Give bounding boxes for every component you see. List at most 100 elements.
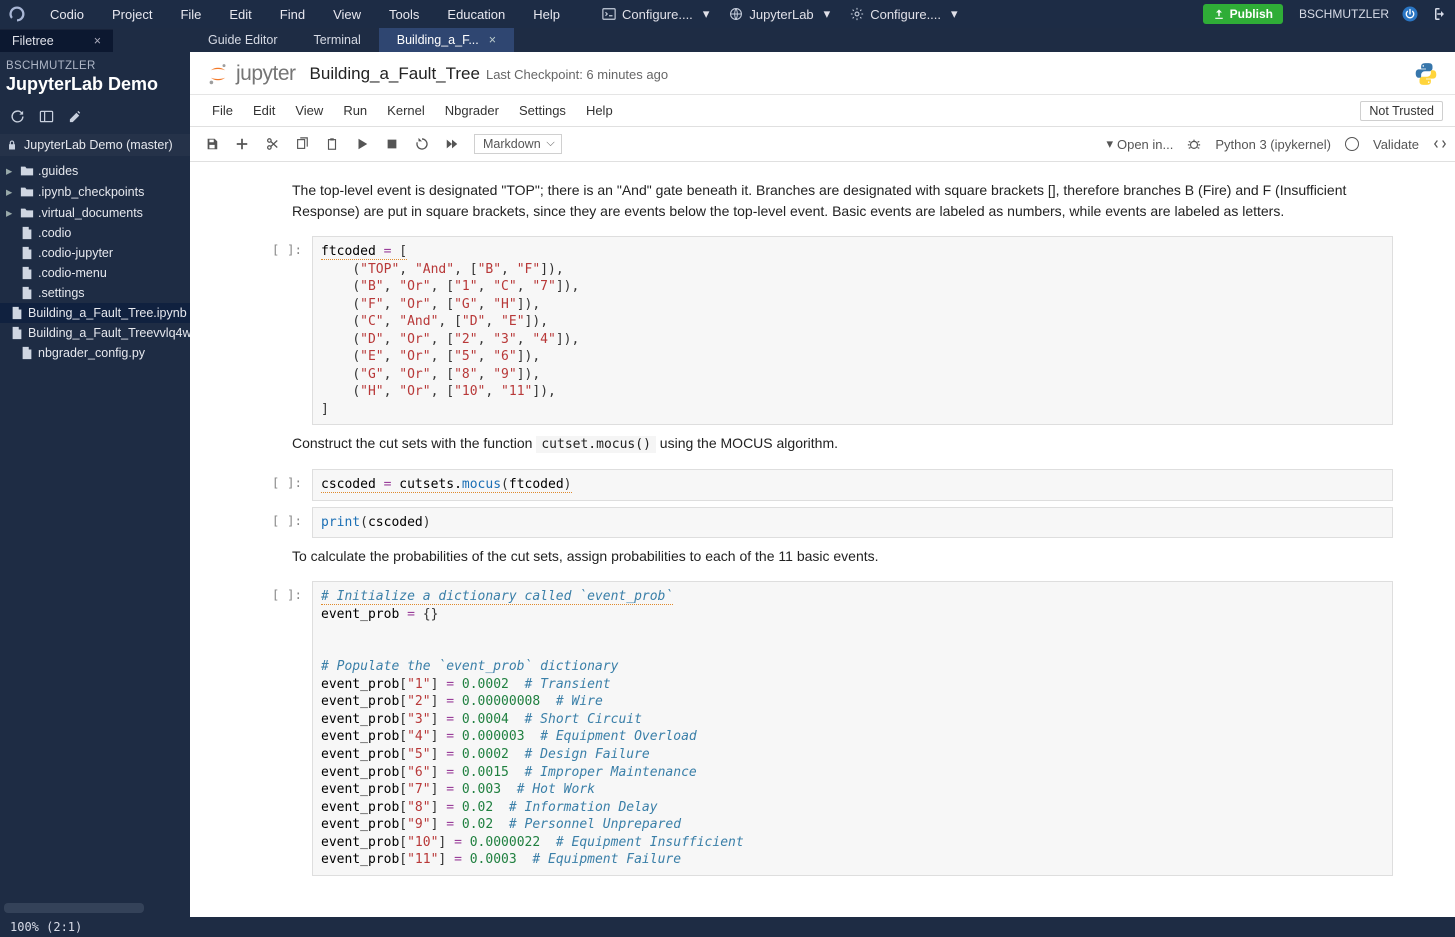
file-tree: ▸.guides▸.ipynb_checkpoints▸.virtual_doc… — [0, 156, 190, 373]
tree-item-label: Building_a_Fault_Treevvlq4wp — [28, 326, 190, 340]
markdown-cell[interactable]: Construct the cut sets with the function… — [292, 433, 1373, 455]
copy-button[interactable] — [288, 131, 316, 157]
jp-menu-nbgrader[interactable]: Nbgrader — [435, 99, 509, 122]
jp-menu-settings[interactable]: Settings — [509, 99, 576, 122]
top-menubar: CodioProjectFileEditFindViewToolsEducati… — [0, 0, 1455, 28]
tree-item[interactable]: ▸.ipynb_checkpoints — [0, 181, 190, 202]
tree-item-label: .codio-menu — [38, 266, 107, 280]
chevron-down-icon: ▾ — [703, 6, 710, 22]
jp-menu-view[interactable]: View — [285, 99, 333, 122]
refresh-icon[interactable] — [10, 109, 25, 124]
editor-tab[interactable]: Terminal — [295, 28, 378, 52]
cut-button[interactable] — [258, 131, 286, 157]
folder-icon — [20, 164, 34, 178]
jp-menu-file[interactable]: File — [202, 99, 243, 122]
jp-menu-edit[interactable]: Edit — [243, 99, 285, 122]
restart-button[interactable] — [408, 131, 436, 157]
menu-project[interactable]: Project — [98, 2, 166, 27]
folder-icon — [20, 206, 34, 220]
save-button[interactable] — [198, 131, 226, 157]
user-name: BSCHMUTZLER — [1299, 7, 1389, 21]
power-icon[interactable] — [1401, 5, 1419, 23]
checkpoint-label: Last Checkpoint: 6 minutes ago — [486, 67, 668, 82]
markdown-cell[interactable]: To calculate the probabilities of the cu… — [292, 546, 1373, 567]
tree-item[interactable]: ▸.guides — [0, 160, 190, 181]
gear-icon — [850, 7, 864, 21]
tree-item[interactable]: nbgrader_config.py — [0, 343, 190, 363]
codio-logo-icon — [8, 5, 26, 23]
md-text: using the MOCUS algorithm. — [656, 435, 838, 451]
menu-tools[interactable]: Tools — [375, 2, 433, 27]
document-name[interactable]: Building_a_Fault_Tree — [310, 64, 480, 84]
run-all-button[interactable] — [438, 131, 466, 157]
tree-item[interactable]: Building_a_Fault_Treevvlq4wp — [0, 323, 190, 343]
tree-item-label: .virtual_documents — [38, 206, 143, 220]
paste-button[interactable] — [318, 131, 346, 157]
status-text: 100% (2:1) — [10, 920, 82, 934]
notebook-area[interactable]: The top-level event is designated "TOP";… — [190, 162, 1455, 917]
configure-button-1[interactable]: Configure.... ▾ — [594, 2, 717, 26]
file-icon — [20, 226, 34, 240]
config-group: Configure.... ▾ JupyterLab ▾ Configure..… — [594, 2, 966, 26]
cell-prompt: [ ]: — [252, 236, 312, 425]
publish-button[interactable]: Publish — [1203, 4, 1283, 24]
bug-icon[interactable] — [1187, 137, 1201, 151]
tree-item[interactable]: .codio-jupyter — [0, 243, 190, 263]
kernel-label[interactable]: Python 3 (ipykernel) — [1215, 137, 1331, 152]
play-icon — [355, 137, 369, 151]
menu-view[interactable]: View — [319, 2, 375, 27]
code-body[interactable]: ftcoded = [ ("TOP", "And", ["B", "F"]), … — [312, 236, 1393, 425]
editor-tab[interactable]: Building_a_F... × — [379, 28, 514, 52]
menu-codio[interactable]: Codio — [36, 2, 98, 27]
menu-edit[interactable]: Edit — [215, 2, 265, 27]
repo-line[interactable]: JupyterLab Demo (master) — [0, 134, 190, 156]
jp-menu-run[interactable]: Run — [333, 99, 377, 122]
top-menus: CodioProjectFileEditFindViewToolsEducati… — [36, 2, 574, 27]
pencil-icon[interactable] — [68, 109, 83, 124]
code-cell[interactable]: [ ]: ftcoded = [ ("TOP", "And", ["B", "F… — [252, 236, 1393, 425]
open-in-label: Open in... — [1117, 137, 1173, 152]
logout-icon[interactable] — [1429, 5, 1447, 23]
code-body[interactable]: cscoded = cutsets.mocus(ftcoded) — [312, 469, 1393, 501]
terminal-icon — [602, 7, 616, 21]
horizontal-scrollbar[interactable] — [4, 903, 144, 913]
jp-menu-kernel[interactable]: Kernel — [377, 99, 435, 122]
validate-button[interactable]: Validate — [1373, 137, 1419, 152]
close-icon[interactable]: × — [94, 34, 101, 48]
code-cell[interactable]: [ ]: # Initialize a dictionary called `e… — [252, 581, 1393, 876]
run-button[interactable] — [348, 131, 376, 157]
jupyter-toolbar: Markdown ▾Open in... Python 3 (ipykernel… — [190, 127, 1455, 162]
menu-file[interactable]: File — [166, 2, 215, 27]
stop-button[interactable] — [378, 131, 406, 157]
configure-label-1: Configure.... — [622, 7, 693, 22]
close-icon[interactable]: × — [489, 33, 496, 47]
menu-help[interactable]: Help — [519, 2, 574, 27]
add-cell-button[interactable] — [228, 131, 256, 157]
code-body[interactable]: print(cscoded) — [312, 507, 1393, 539]
markdown-cell[interactable]: The top-level event is designated "TOP";… — [292, 180, 1373, 222]
tree-item[interactable]: .settings — [0, 283, 190, 303]
editor-tab[interactable]: Guide Editor — [190, 28, 295, 52]
tree-item[interactable]: Building_a_Fault_Tree.ipynb — [0, 303, 190, 323]
panel-icon[interactable] — [39, 109, 54, 124]
tree-item[interactable]: ▸.virtual_documents — [0, 202, 190, 223]
celltype-select[interactable]: Markdown — [474, 134, 562, 154]
jupyterlab-button[interactable]: JupyterLab ▾ — [721, 2, 838, 26]
code-icon[interactable] — [1433, 137, 1447, 151]
tab-label: Guide Editor — [208, 33, 277, 47]
tab-label: Building_a_F... — [397, 33, 479, 47]
code-body[interactable]: # Initialize a dictionary called `event_… — [312, 581, 1393, 876]
menu-find[interactable]: Find — [266, 2, 319, 27]
code-cell[interactable]: [ ]: cscoded = cutsets.mocus(ftcoded) — [252, 469, 1393, 501]
trust-button[interactable]: Not Trusted — [1360, 101, 1443, 121]
tree-item-label: .ipynb_checkpoints — [38, 185, 144, 199]
configure-button-2[interactable]: Configure.... ▾ — [842, 2, 965, 26]
tree-item[interactable]: .codio-menu — [0, 263, 190, 283]
jupyter-menubar: FileEditViewRunKernelNbgraderSettingsHel… — [190, 95, 1455, 127]
menu-education[interactable]: Education — [433, 2, 519, 27]
jp-menu-help[interactable]: Help — [576, 99, 623, 122]
code-cell[interactable]: [ ]: print(cscoded) — [252, 507, 1393, 539]
tree-item[interactable]: .codio — [0, 223, 190, 243]
filetree-tab[interactable]: Filetree × — [0, 29, 113, 52]
open-in-button[interactable]: ▾Open in... — [1106, 136, 1173, 152]
